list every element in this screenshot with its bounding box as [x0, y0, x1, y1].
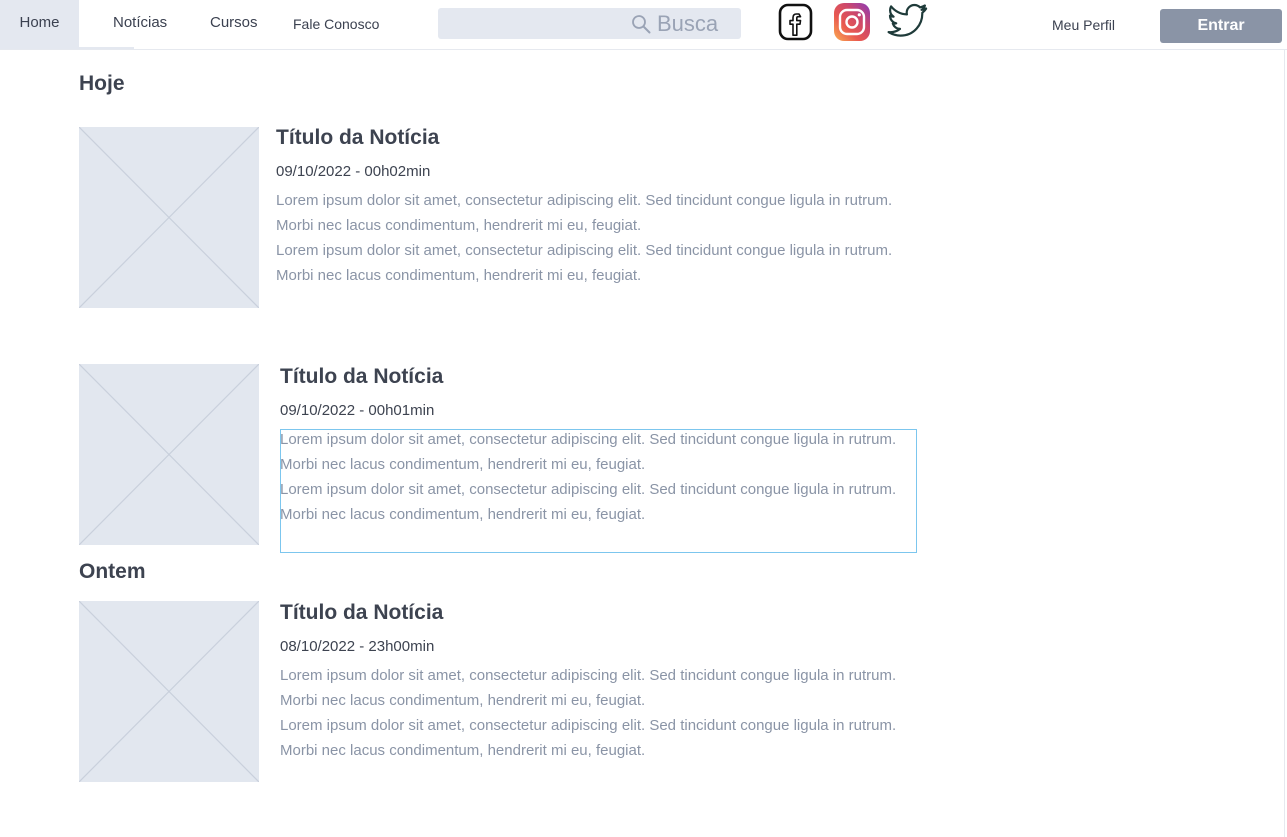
news-body-paragraph: Lorem ipsum dolor sit amet, consectetur …: [280, 717, 897, 759]
news-date: 09/10/2022 - 00h01min: [280, 402, 435, 419]
entrar-button[interactable]: Entrar: [1160, 9, 1282, 43]
instagram-icon[interactable]: [833, 2, 871, 42]
news-body-paragraph: Lorem ipsum dolor sit amet, consectetur …: [280, 431, 897, 473]
news-body: Lorem ipsum dolor sit amet, consectetur …: [280, 427, 920, 527]
search-placeholder: Busca: [657, 11, 719, 36]
nav-meu-perfil[interactable]: Meu Perfil: [1052, 3, 1115, 50]
section-title-yesterday: Ontem: [79, 560, 146, 583]
news-date: 09/10/2022 - 00h02min: [276, 163, 431, 180]
search-input[interactable]: Busca: [438, 8, 741, 39]
news-image-placeholder[interactable]: [79, 364, 259, 545]
news-body-paragraph: Lorem ipsum dolor sit amet, consectetur …: [280, 481, 897, 523]
news-image-placeholder[interactable]: [79, 601, 259, 782]
nav-noticias[interactable]: Notícias: [113, 0, 167, 47]
news-date: 08/10/2022 - 23h00min: [280, 638, 435, 655]
twitter-icon[interactable]: [887, 2, 929, 42]
section-title-today: Hoje: [79, 72, 125, 95]
facebook-icon[interactable]: [777, 2, 815, 42]
news-image-placeholder[interactable]: [79, 127, 259, 308]
news-title[interactable]: Título da Notícia: [280, 601, 443, 625]
news-body-paragraph: Lorem ipsum dolor sit amet, consectetur …: [280, 667, 897, 709]
nav-cursos[interactable]: Cursos: [210, 0, 258, 47]
news-body: Lorem ipsum dolor sit amet, consectetur …: [276, 188, 916, 288]
scrollbar-track[interactable]: [1284, 49, 1285, 837]
news-title[interactable]: Título da Notícia: [280, 365, 443, 389]
news-body-paragraph: Lorem ipsum dolor sit amet, consectetur …: [276, 192, 893, 234]
nav-fale-conosco[interactable]: Fale Conosco: [293, 2, 379, 49]
news-body: Lorem ipsum dolor sit amet, consectetur …: [280, 663, 920, 763]
top-navbar: Home Notícias Cursos Fale Conosco Busca: [0, 0, 1287, 50]
news-title[interactable]: Título da Notícia: [276, 126, 439, 150]
news-body-paragraph: Lorem ipsum dolor sit amet, consectetur …: [276, 242, 893, 284]
search-icon: [632, 15, 651, 34]
nav-home[interactable]: Home: [0, 0, 134, 49]
